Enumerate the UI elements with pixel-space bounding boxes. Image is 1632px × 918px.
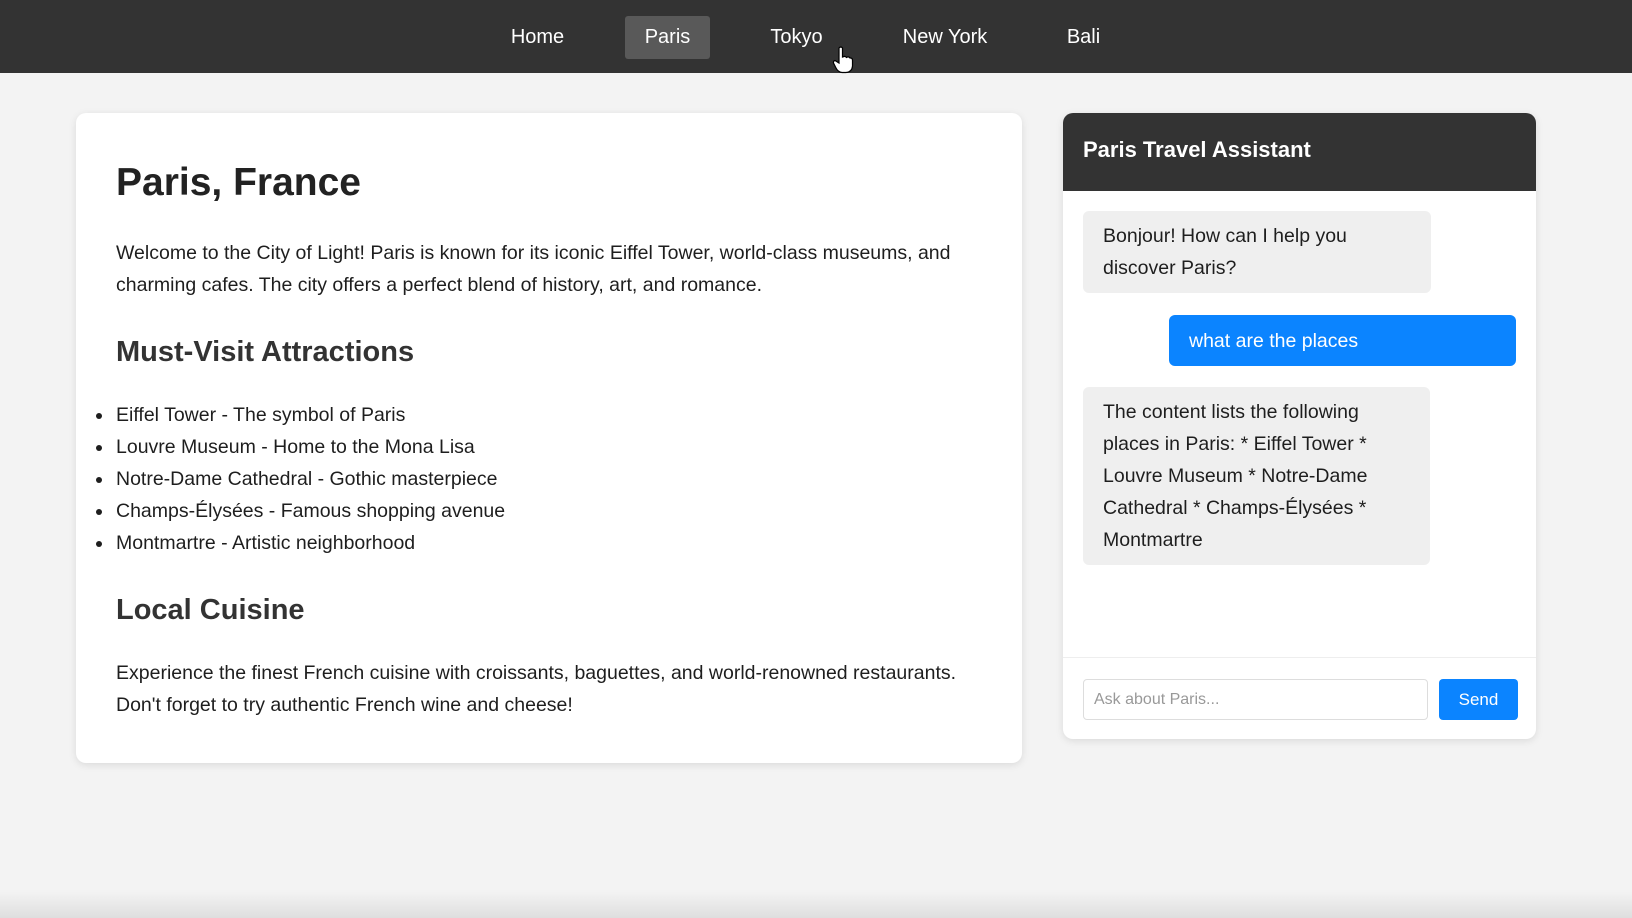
list-item: Notre-Dame Cathedral - Gothic masterpiec… [95, 463, 505, 495]
destination-content-card: Paris, France Welcome to the City of Lig… [76, 113, 1022, 763]
chat-title: Paris Travel Assistant [1083, 137, 1311, 162]
chat-panel: Paris Travel Assistant Bonjour! How can … [1063, 113, 1536, 739]
user-message: what are the places [1169, 315, 1516, 366]
intro-paragraph: Welcome to the City of Light! Paris is k… [116, 242, 951, 296]
nav-item-home[interactable]: Home [497, 16, 578, 59]
list-item: Eiffel Tower - The symbol of Paris [95, 399, 505, 431]
list-item: Montmartre - Artistic neighborhood [95, 527, 505, 559]
list-item: Louvre Museum - Home to the Mona Lisa [95, 431, 505, 463]
nav-item-bali[interactable]: Bali [1048, 16, 1119, 59]
list-item: Champs-Élysées - Famous shopping avenue [95, 495, 505, 527]
bot-message: The content lists the following places i… [1083, 387, 1430, 565]
top-navbar: Home Paris Tokyo New York Bali [0, 0, 1632, 73]
chat-header: Paris Travel Assistant [1063, 113, 1536, 191]
nav-item-new-york[interactable]: New York [888, 16, 1002, 59]
hand-pointer-icon [832, 46, 854, 74]
send-button[interactable]: Send [1439, 679, 1518, 720]
page-title: Paris, France [116, 161, 361, 204]
nav-item-tokyo[interactable]: Tokyo [752, 16, 841, 59]
chat-message-input[interactable] [1083, 679, 1428, 720]
chat-input-area: Send [1063, 657, 1536, 739]
nav-item-paris[interactable]: Paris [625, 16, 710, 59]
cuisine-heading: Local Cuisine [116, 594, 305, 626]
bot-message: Bonjour! How can I help you discover Par… [1083, 211, 1431, 293]
bottom-edge-shadow [0, 892, 1632, 918]
attractions-list: Eiffel Tower - The symbol of Paris Louvr… [95, 399, 505, 559]
attractions-heading: Must-Visit Attractions [116, 336, 415, 368]
cuisine-paragraph: Experience the finest French cuisine wit… [116, 662, 957, 716]
